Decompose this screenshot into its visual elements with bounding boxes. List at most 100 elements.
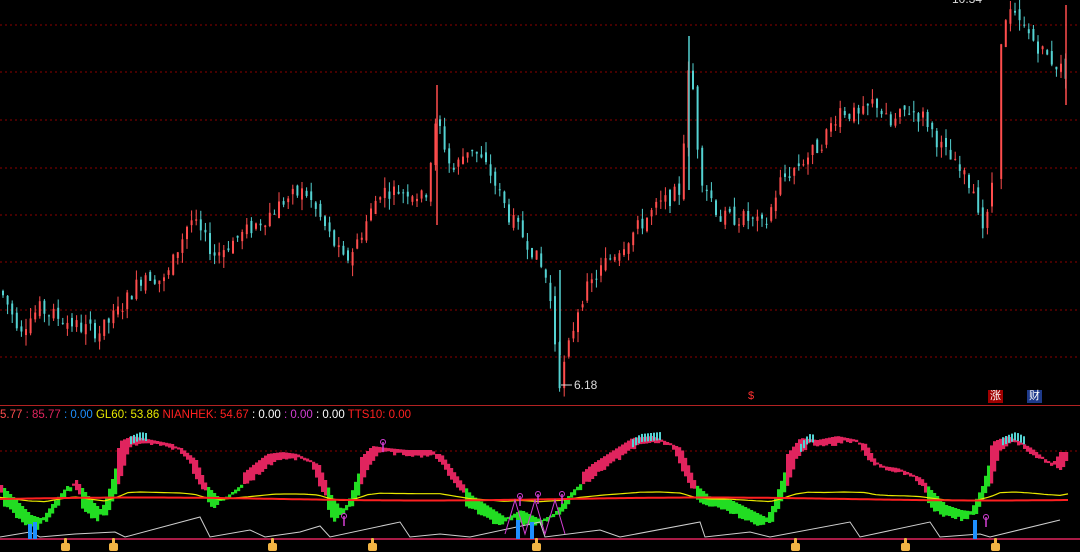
oscillator-band (744, 507, 748, 521)
oscillator-band (951, 507, 955, 518)
oscillator-band (534, 517, 538, 526)
candle (1009, 0, 1012, 32)
oscillator-band (693, 480, 697, 489)
candle-body (581, 304, 584, 308)
oscillator-band (375, 446, 379, 457)
candle (922, 107, 924, 127)
oscillator-band (24, 509, 28, 526)
candle (963, 167, 966, 185)
candle (356, 233, 359, 250)
candle (1050, 40, 1053, 67)
candle-body (724, 210, 727, 225)
candle (968, 173, 970, 194)
candle (724, 206, 727, 230)
badge-dollar[interactable]: $ (746, 390, 756, 403)
candle-body (590, 279, 593, 284)
peak-bar (653, 432, 655, 441)
candle-body (29, 318, 32, 334)
oscillator-band (747, 508, 751, 521)
oscillator-band (597, 460, 601, 472)
candle (554, 286, 556, 352)
badge-cai[interactable]: 财 (1027, 390, 1042, 403)
hand-finger (371, 538, 374, 545)
oscillator-band (915, 476, 919, 482)
candle-body (738, 224, 740, 226)
candle-body (710, 190, 713, 199)
peak-bar (647, 433, 649, 442)
oscillator-band (828, 437, 832, 444)
oscillator-band (264, 455, 268, 469)
candle (945, 129, 947, 156)
candle-body (393, 186, 395, 196)
hand-pointer-icon (268, 538, 277, 551)
candle-body (1037, 41, 1039, 54)
candle-body (839, 108, 842, 128)
oscillator-band (66, 486, 70, 491)
oscillator-band (588, 466, 592, 482)
oscillator-band (678, 447, 682, 464)
oscillator-band (471, 495, 475, 509)
candle (149, 270, 152, 281)
candle-body (259, 223, 262, 226)
peak-bar (641, 433, 643, 442)
oscillator-band (1065, 452, 1069, 462)
candle (333, 229, 336, 248)
candle-body (977, 187, 980, 213)
candle (296, 184, 299, 198)
candle (416, 193, 418, 207)
candle-body (140, 279, 142, 286)
candle (383, 177, 386, 208)
candle (784, 164, 786, 182)
oscillator-band (489, 507, 493, 520)
candle-body (1009, 9, 1012, 24)
oscillator-band (567, 496, 571, 505)
candle (586, 273, 589, 303)
candle-body (181, 239, 184, 253)
candle (503, 190, 506, 208)
oscillator-band (63, 489, 67, 498)
blue-bar (516, 520, 520, 539)
candle (379, 196, 382, 203)
candle-body (342, 245, 345, 255)
candle (577, 308, 579, 343)
candle-body (917, 113, 920, 122)
candle (34, 305, 37, 323)
candle (770, 203, 773, 223)
oscillator-band (174, 446, 178, 449)
oscillator-band (189, 455, 193, 464)
oscillator-band (870, 453, 874, 462)
candle-body (931, 122, 934, 130)
oscillator-band (441, 455, 445, 465)
candle (457, 157, 460, 175)
oscillator-band (819, 439, 823, 446)
candle-body (443, 126, 446, 150)
candle-body (715, 200, 717, 216)
oscillator-band (279, 452, 283, 461)
oscillator-band (360, 457, 364, 485)
candle-body (1004, 20, 1007, 47)
candle-body (462, 156, 464, 164)
candle-body (301, 188, 303, 200)
oscillator-band (1041, 456, 1045, 459)
candle (448, 143, 451, 173)
oscillator-band (417, 450, 421, 456)
candle-body (107, 318, 110, 323)
oscillator-band (738, 504, 742, 519)
oscillator-band (492, 509, 496, 525)
badge-zhang[interactable]: 涨 (988, 390, 1003, 403)
candle (195, 209, 198, 226)
candle (940, 135, 943, 158)
oscillator-band (186, 452, 190, 460)
oscillator-band (267, 453, 271, 465)
oscillator-band (237, 487, 241, 492)
oscillator-band (357, 473, 361, 496)
candle-body (126, 292, 129, 310)
oscillator-band (582, 471, 586, 485)
candle (917, 111, 920, 132)
candle-body (623, 249, 625, 255)
candle-body (954, 158, 957, 160)
oscillator-band (852, 439, 856, 442)
candle-body (480, 154, 483, 158)
candle-body (1055, 66, 1058, 70)
candle-body (494, 171, 497, 186)
